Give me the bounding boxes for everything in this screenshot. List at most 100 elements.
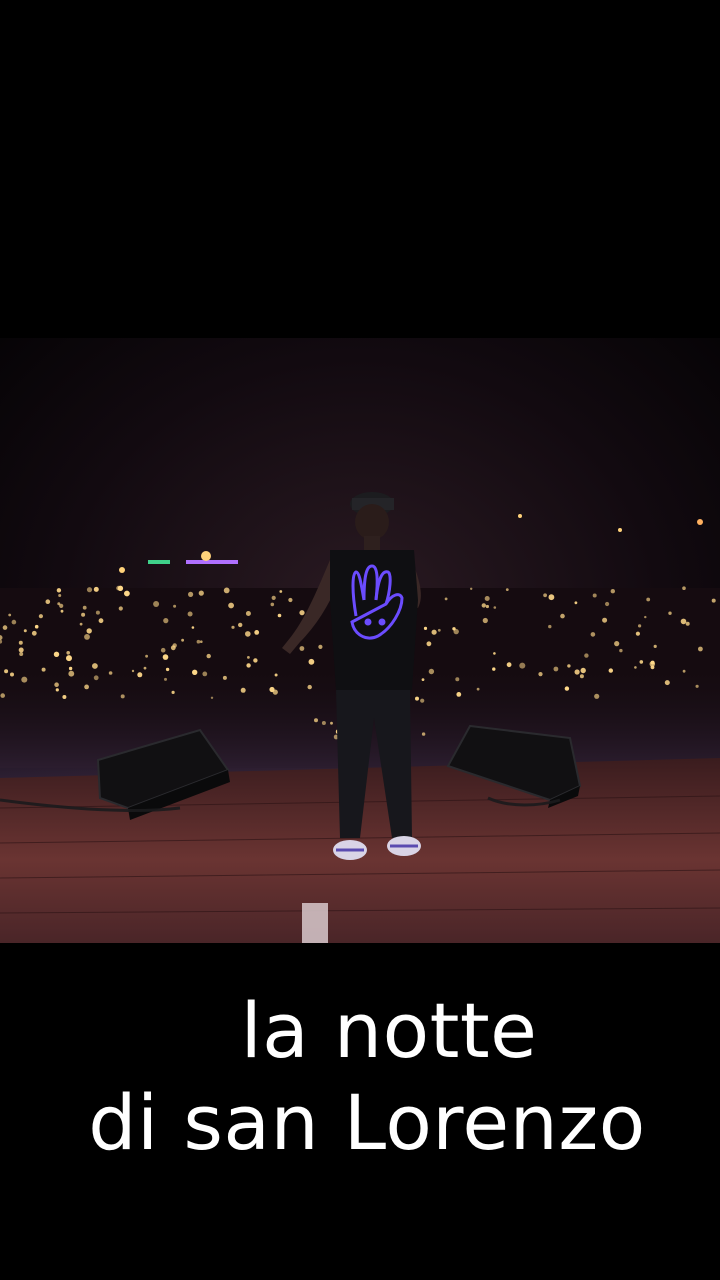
phone-light: [288, 597, 293, 603]
phone-light: [181, 638, 185, 642]
phone-light: [60, 609, 64, 613]
phone-light: [314, 718, 318, 723]
phone-light: [594, 693, 600, 699]
concert-scene: [0, 338, 720, 943]
phone-light: [137, 672, 143, 678]
phone-light: [84, 634, 90, 640]
phone-light: [543, 593, 547, 598]
phone-light: [580, 667, 586, 674]
phone-light: [192, 669, 198, 675]
phone-light: [92, 663, 98, 669]
phone-light: [614, 641, 620, 647]
phone-light: [23, 629, 27, 633]
phone-light: [81, 612, 86, 617]
phone-light: [321, 721, 326, 725]
phone-light: [270, 602, 275, 607]
phone-light: [247, 656, 250, 659]
phone-light: [240, 687, 246, 693]
phone-light: [431, 629, 437, 635]
phone-light: [426, 641, 432, 647]
phone-light: [2, 625, 8, 630]
phone-light: [170, 645, 176, 651]
phone-light: [668, 611, 672, 615]
phone-light: [10, 672, 14, 677]
video-frame: la notte di san Lorenzo: [0, 0, 720, 1280]
phone-light: [653, 644, 657, 648]
phone-light: [538, 672, 543, 677]
phone-light: [223, 587, 230, 594]
phone-light: [245, 611, 251, 616]
phone-light: [421, 732, 426, 736]
phone-light: [173, 604, 177, 608]
phone-light: [574, 601, 578, 605]
phone-light: [299, 610, 305, 616]
caption-line-1: la notte: [240, 986, 538, 1075]
phone-light: [253, 658, 258, 663]
phone-light: [564, 686, 570, 691]
phone-light: [437, 628, 441, 632]
phone-light: [222, 675, 227, 680]
phone-light: [120, 694, 125, 699]
phone-light: [680, 618, 687, 625]
phone-light: [19, 652, 24, 656]
phone-light: [574, 669, 580, 675]
phone-light: [160, 647, 166, 653]
phone-light: [695, 684, 699, 688]
phone-light: [277, 613, 282, 618]
phone-light: [246, 663, 251, 668]
phone-light: [18, 640, 23, 645]
phone-light: [153, 601, 160, 607]
phone-light: [664, 680, 670, 686]
phone-light: [164, 677, 167, 681]
phone-light: [682, 669, 686, 673]
phone-light: [579, 674, 584, 679]
phone-light: [68, 670, 75, 677]
phone-light: [481, 603, 486, 608]
caption-line-2: di san Lorenzo: [88, 1078, 646, 1167]
phone-light: [560, 613, 565, 619]
phone-light: [108, 671, 113, 675]
phone-light: [245, 631, 251, 637]
phone-light: [210, 696, 214, 699]
phone-light: [18, 647, 24, 653]
phone-light: [124, 590, 130, 597]
phone-light: [82, 605, 87, 610]
phone-light: [188, 591, 194, 597]
phone-light: [54, 682, 59, 687]
phone-light: [619, 648, 623, 653]
phone-light: [238, 622, 243, 628]
phone-light: [66, 651, 70, 655]
phone-light: [86, 628, 92, 634]
phone-light: [196, 639, 201, 644]
phone-light: [56, 588, 62, 593]
phone-light: [592, 593, 597, 598]
phone-light: [21, 676, 28, 683]
phone-light: [685, 621, 690, 626]
phone-light: [86, 587, 93, 593]
phone-light: [0, 693, 5, 698]
phone-light: [34, 624, 39, 629]
phone-light: [143, 666, 147, 670]
phone-light: [57, 602, 61, 606]
phone-light: [66, 655, 72, 662]
phone-light: [228, 602, 235, 609]
phone-light: [198, 590, 204, 596]
phone-light: [41, 667, 46, 672]
phone-light: [274, 673, 278, 677]
phone-light: [567, 664, 571, 668]
phone-light: [485, 604, 489, 609]
phone-light: [493, 652, 496, 655]
phone-light: [698, 646, 703, 652]
phone-light: [254, 630, 260, 635]
phone-light: [308, 658, 315, 665]
phone-light: [444, 597, 448, 601]
phone-light: [95, 610, 100, 615]
phone-light: [279, 590, 283, 593]
phone-light: [484, 596, 490, 601]
phone-light: [171, 690, 175, 694]
phone-light: [38, 614, 44, 619]
stage-tape-mark: [302, 903, 328, 943]
phone-light: [68, 666, 73, 671]
phone-light: [55, 688, 59, 692]
phone-light: [145, 654, 149, 658]
